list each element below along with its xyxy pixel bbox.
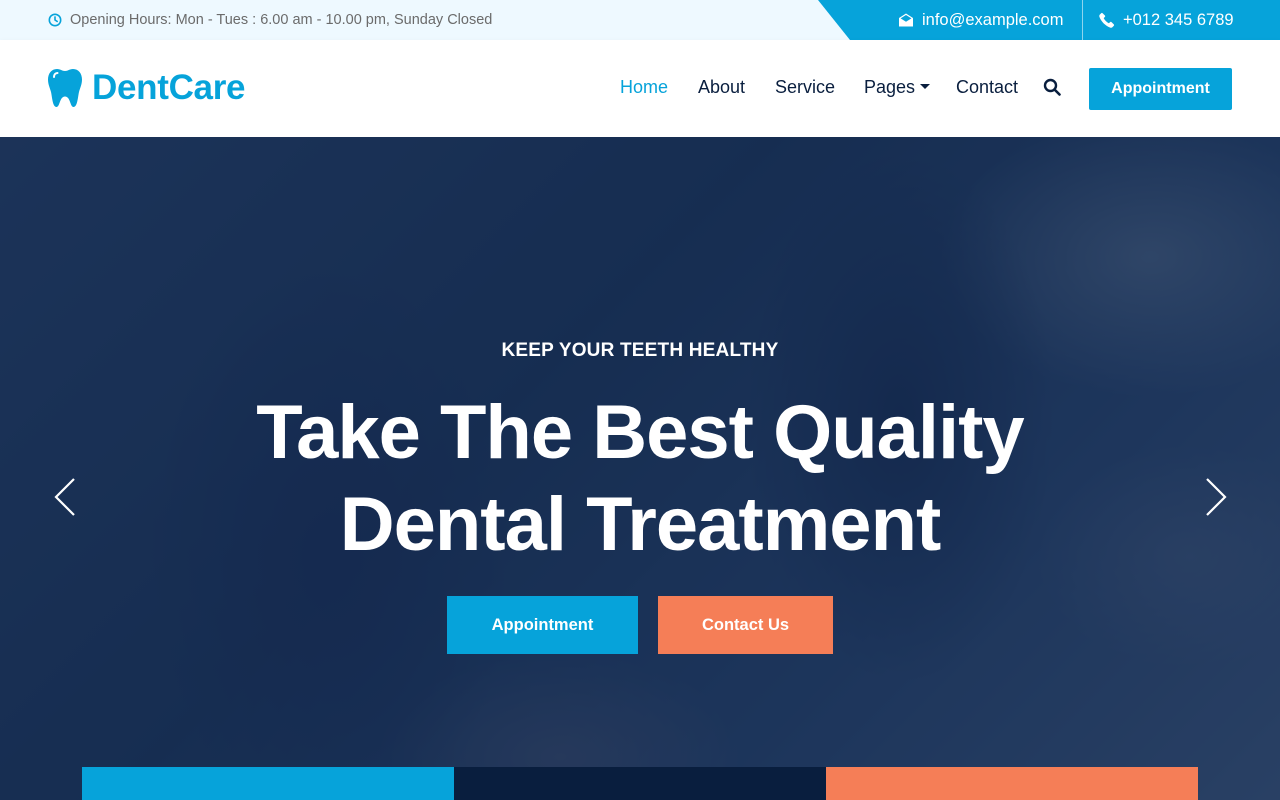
topbar-divider [1082,0,1083,40]
feature-tile-1 [82,767,454,800]
phone-link[interactable]: +012 345 6789 [1099,0,1234,40]
carousel-next-button[interactable] [1203,476,1229,518]
nav-about[interactable]: About [698,77,745,98]
search-icon[interactable] [1043,78,1061,96]
nav-appointment-button[interactable]: Appointment [1089,68,1232,110]
phone-text: +012 345 6789 [1123,10,1234,29]
nav-service[interactable]: Service [775,77,835,98]
caret-down-icon [920,83,931,89]
carousel-prev-button[interactable] [52,476,78,518]
nav-contact[interactable]: Contact [956,77,1018,98]
email-text: info@example.com [922,10,1064,29]
hero-title-line-2: Dental Treatment [339,482,942,567]
phone-icon [1099,12,1115,28]
hero-appointment-button[interactable]: Appointment [447,596,638,654]
hero-subtitle: KEEP YOUR TEETH HEALTHY [501,340,779,361]
email-link[interactable]: info@example.com [898,0,1063,40]
clock-icon [48,13,62,27]
hero-title-line-1: Take The Best Quality [256,390,1024,475]
envelope-open-icon [899,13,913,27]
feature-tile-2 [454,767,826,800]
nav-home[interactable]: Home [620,77,668,98]
opening-hours-text: Opening Hours: Mon - Tues : 6.00 am - 10… [70,12,493,28]
hero-contact-button[interactable]: Contact Us [658,596,833,654]
opening-hours: Opening Hours: Mon - Tues : 6.00 am - 10… [48,0,492,40]
chevron-left-icon [54,478,75,516]
nav-pages-label: Pages [864,77,916,97]
hero-title: Take The Best Quality Dental Treatment [0,387,1280,571]
nav-pages-dropdown[interactable]: Pages [864,77,931,98]
chevron-right-icon [1206,478,1227,516]
top-bar: Opening Hours: Mon - Tues : 6.00 am - 10… [0,0,1280,40]
nav-links: Home About Service Pages Contact [0,40,1280,137]
feature-tile-3 [826,767,1198,800]
hero-carousel: KEEP YOUR TEETH HEALTHY Take The Best Qu… [0,137,1280,800]
main-navbar: DentCare Home About Service Pages Contac… [0,40,1280,137]
